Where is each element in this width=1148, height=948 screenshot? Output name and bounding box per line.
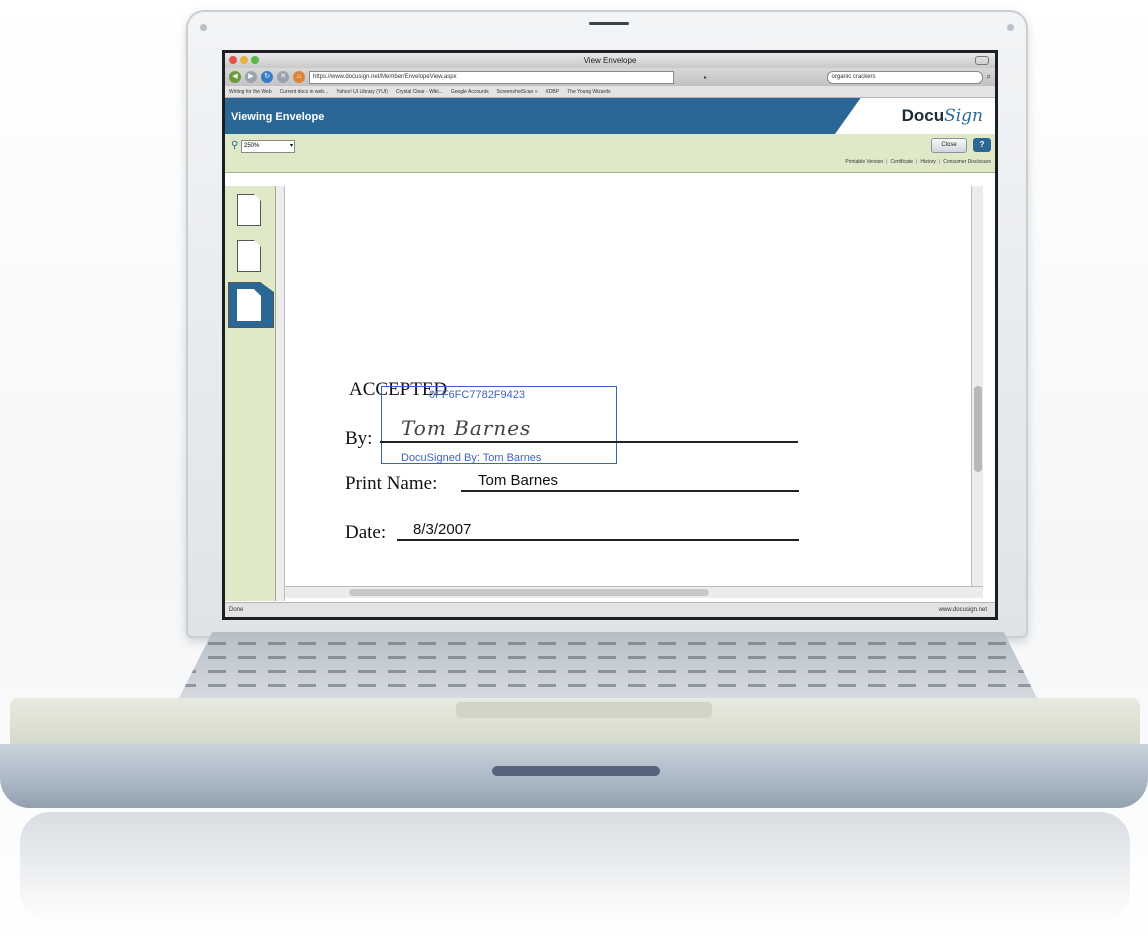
thumbnail-scrollbar[interactable] [276, 186, 285, 601]
close-window-button[interactable] [229, 56, 237, 64]
close-button[interactable]: Close [931, 138, 967, 153]
signature-line [380, 441, 798, 443]
laptop-trackpad [456, 702, 712, 718]
lid-screw [1007, 24, 1014, 31]
bookmark-item[interactable]: Google Accounts [451, 89, 489, 95]
page-thumbnails [225, 186, 276, 601]
bookmark-item[interactable]: XDBP [545, 89, 559, 95]
laptop-latch [492, 766, 660, 776]
bookmarks-bar: Writing for the Web Current docs in web.… [225, 86, 995, 98]
laptop-screen: View Envelope ◀ ▶ ↻ ✕ ⌂ https://www.docu… [222, 50, 998, 620]
page-thumbnail-1[interactable] [237, 194, 261, 226]
home-icon[interactable]: ⌂ [293, 71, 305, 83]
magnifier-icon: ⚲ [231, 140, 239, 151]
laptop-camera [589, 22, 629, 25]
url-bar[interactable]: https://www.docusign.net/Member/Envelope… [309, 70, 674, 84]
laptop-keyboard [178, 632, 1038, 700]
toolbar-links: Printable Version | Certificate | History | Co… [845, 159, 991, 165]
horizontal-scrollbar[interactable] [285, 586, 983, 598]
zoom-select[interactable]: 250% ▾ [241, 140, 295, 153]
laptop-reflection [20, 812, 1130, 922]
bookmark-item[interactable]: Crystal Clear - Wiki... [396, 89, 443, 95]
history-link[interactable]: History [920, 159, 936, 165]
forward-arrow-icon[interactable]: ▶ [245, 71, 257, 83]
page-thumbnail-2[interactable] [237, 240, 261, 272]
envelope-code: 0FF6FC7782F9423 [429, 389, 525, 401]
chevron-down-icon: ▾ [289, 143, 293, 149]
app-header: Viewing Envelope DocuSign [225, 98, 995, 134]
bookmark-item[interactable]: Writing for the Web [229, 89, 272, 95]
lid-screw [200, 24, 207, 31]
status-text: Done [229, 607, 244, 613]
back-arrow-icon[interactable]: ◀ [229, 71, 241, 83]
docusign-logo: DocuSign [901, 106, 983, 126]
consumer-disclosure-link[interactable]: Consumer Disclosure [943, 159, 991, 165]
status-bar: Done www.docusign.net [225, 602, 995, 617]
window-titlebar: View Envelope [225, 53, 995, 68]
search-input[interactable]: organic crackers [826, 70, 983, 84]
stop-icon[interactable]: ✕ [277, 71, 289, 83]
by-label: By: [345, 428, 373, 449]
bookmark-item[interactable]: The Young Wizards [567, 89, 610, 95]
vertical-scroll-thumb[interactable] [974, 386, 982, 472]
certificate-link[interactable]: Certificate [891, 159, 914, 165]
document-page: ACCEPTED 0FF6FC7782F9423 By: Tom Barnes … [285, 186, 983, 591]
print-name-line [461, 490, 799, 492]
minimize-window-button[interactable] [240, 56, 248, 64]
bookmark-item[interactable]: Current docs in web... [280, 89, 329, 95]
status-domain: www.docusign.net [938, 607, 987, 613]
go-icon[interactable]: ▸ [704, 74, 707, 81]
browser-navbar: ◀ ▶ ↻ ✕ ⌂ https://www.docusign.net/Membe… [225, 68, 995, 86]
toolbar-toggle-button[interactable] [975, 56, 989, 65]
viewer-toolbar: ⚲ 250% ▾ Close ? Printable Version | Certif… [225, 134, 995, 173]
search-icon[interactable]: ⌕ [987, 72, 991, 82]
signature-image: Tom Barnes [401, 416, 532, 440]
bookmark-item[interactable]: Yahoo! UI Library (YUI) [336, 89, 388, 95]
date-line [397, 539, 799, 541]
page-title: Viewing Envelope [231, 111, 325, 123]
window-title: View Envelope [583, 56, 637, 65]
docusigned-by-label: DocuSigned By: Tom Barnes [401, 452, 542, 464]
vertical-scrollbar[interactable] [971, 186, 983, 591]
help-button[interactable]: ? [973, 138, 991, 152]
date-label: Date: [345, 522, 387, 543]
printable-version-link[interactable]: Printable Version [845, 159, 883, 165]
reload-icon[interactable]: ↻ [261, 71, 273, 83]
date-value: 8/3/2007 [413, 521, 472, 538]
page-thumbnail-3[interactable] [237, 289, 261, 321]
laptop-front-edge [0, 744, 1148, 808]
print-name-label: Print Name: [345, 473, 438, 494]
horizontal-scroll-thumb[interactable] [349, 589, 709, 596]
bookmark-item[interactable]: ScreenshotScan » [497, 89, 538, 95]
zoom-window-button[interactable] [251, 56, 259, 64]
logo-tab: DocuSign [835, 98, 995, 134]
print-name-value: Tom Barnes [478, 472, 559, 489]
viewer-content: ACCEPTED 0FF6FC7782F9423 By: Tom Barnes … [225, 186, 995, 601]
